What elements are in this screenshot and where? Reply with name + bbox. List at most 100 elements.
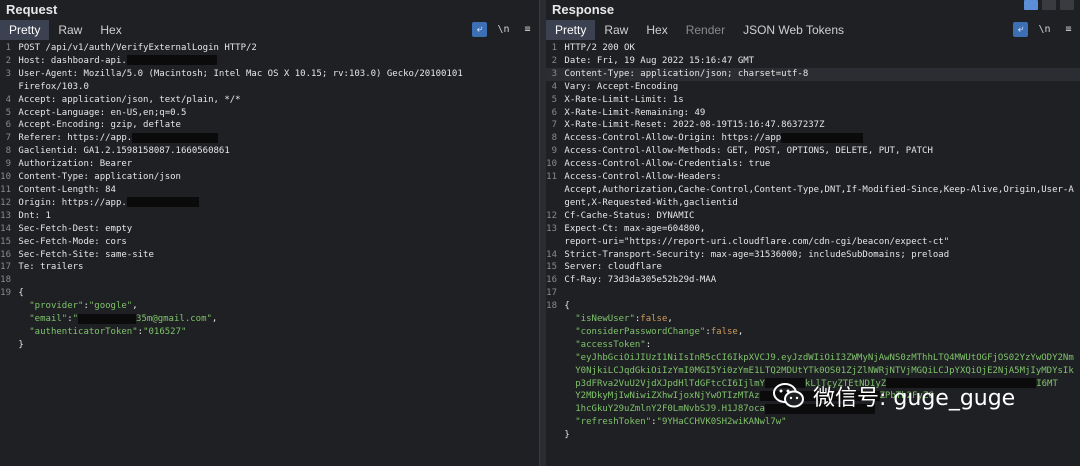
line-text: X-Rate-Limit-Reset: 2022-08-19T15:16:47.… [559,119,824,132]
string-token: "email" [29,314,68,325]
code-line: 5 Accept-Language: en-US,en;q=0.5 [0,107,539,120]
line-text: "provider":"google", [13,300,137,313]
request-pane: Request Pretty Raw Hex ⤶ \n ≡ 1 POST /api/v1/… [0,0,540,466]
newline-icon[interactable]: \n [496,22,511,37]
code-line: 11 Content-Length: 84 [0,184,539,197]
menu-icon[interactable]: ≡ [1061,22,1076,37]
code-line: 9 Authorization: Bearer [0,158,539,171]
line-text: Accept: application/json, text/plain, */… [13,94,241,107]
text-token: Access-Control-Allow-Methods: GET, POST,… [564,146,933,157]
code-line: "considerPasswordChange":false, [546,326,1080,339]
line-number [0,313,13,326]
code-line: "eyJhbGciOiJIUzI1NiIsInR5cCI6IkpXVCJ9.ey… [546,352,1080,365]
text-token: Firefox/103.0 [18,81,89,92]
text-token: Date: Fri, 19 Aug 2022 15:16:47 GMT [564,55,755,66]
response-tab-hex[interactable]: Hex [637,20,676,40]
line-text: Server: cloudflare [559,261,662,274]
text-token: { [18,288,24,299]
code-line: "isNewUser":false, [546,313,1080,326]
code-line: 12 Origin: https://app. [0,197,539,210]
line-number: 14 [546,249,557,260]
line-number: 15 [546,262,557,273]
line-text: Sec-Fetch-Mode: cors [13,236,126,249]
text-token: , [211,314,218,325]
code-line: } [0,339,539,352]
line-number [546,390,559,403]
line-number: 1 [551,43,557,53]
text-token: Authorization: Bearer [18,159,133,170]
redaction-bar [132,132,219,143]
newline-icon[interactable]: \n [1037,22,1052,37]
line-text: gent,X-Requested-With,gaclientid [559,197,737,210]
line-number: 14 [0,223,11,234]
text-token: Content-Type: application/json; charset=… [564,68,809,79]
line-text: Access-Control-Allow-Methods: GET, POST,… [559,145,933,158]
text-token: Cf-Ray: 73d3da305e52b29d-MAA [564,275,717,286]
line-number: 2 [5,55,11,66]
code-line: "accessToken": [546,339,1080,352]
wrap-icon[interactable]: ⤶ [1013,22,1028,37]
response-tab-raw[interactable]: Raw [595,20,637,40]
code-line: Accept,Authorization,Cache-Control,Conte… [546,184,1080,197]
line-number: 4 [551,81,557,92]
request-title: Request [6,2,58,17]
request-tab-hex[interactable]: Hex [91,20,130,40]
line-number: 17 [546,288,557,299]
text-token: } [564,430,570,441]
text-token: POST /api/v1/auth/VerifyExternalLogin HT… [18,43,257,53]
line-number [0,300,13,313]
code-line: "authenticatorToken":"016527" [0,326,539,339]
text-token: Accept-Language: en-US,en;q=0.5 [18,107,187,118]
line-number [0,339,13,352]
text-token: Accept: application/json, text/plain, */… [18,94,241,105]
line-number [546,313,559,326]
wechat-logo-icon [773,382,805,410]
layout-tabs-icon[interactable] [1060,0,1074,10]
string-token: "authenticatorToken" [29,326,138,337]
request-tab-pretty[interactable]: Pretty [0,20,50,40]
line-number: 16 [546,275,557,286]
code-line: 16 Cf-Ray: 73d3da305e52b29d-MAA [546,274,1080,287]
line-text: } [13,339,23,352]
line-number: 2 [551,55,557,66]
code-line: Y0NjkiLCJqdGkiOiIzYmI0MGI5Yi0zYmE1LTQ2MD… [546,365,1080,378]
wrap-icon[interactable]: ⤶ [472,22,487,37]
response-tab-pretty[interactable]: Pretty [546,20,596,40]
request-editor[interactable]: 1 POST /api/v1/auth/VerifyExternalLogin … [0,42,539,466]
menu-icon[interactable]: ≡ [520,22,535,37]
request-tab-raw[interactable]: Raw [49,20,91,40]
line-text: Vary: Accept-Encoding [559,81,678,94]
line-text: Host: dashboard-api. [13,55,217,68]
line-text: Accept-Language: en-US,en;q=0.5 [13,107,186,120]
code-line: 9 Access-Control-Allow-Methods: GET, POS… [546,145,1080,158]
line-text: POST /api/v1/auth/VerifyExternalLogin HT… [13,42,257,55]
response-tab-render[interactable]: Render [677,20,734,40]
code-line: 8 Gaclientid: GA1.2.1598158087.166056086… [0,145,539,158]
text-token: , [667,314,673,325]
layout-horizontal-icon[interactable] [1042,0,1056,10]
line-text: report-uri="https://report-uri.cloudflar… [559,236,949,249]
code-line: 15 Sec-Fetch-Mode: cors [0,236,539,249]
code-line: 1 HTTP/2 200 OK [546,42,1080,55]
line-text: X-Rate-Limit-Remaining: 49 [559,107,705,120]
line-number [0,81,13,94]
line-number: 15 [0,236,11,247]
text-token: User-Agent: Mozilla/5.0 (Macintosh; Inte… [18,68,463,79]
line-text: Content-Type: application/json [13,171,181,184]
line-text: Referer: https://app. [13,132,219,145]
response-tab-json-web-tokens[interactable]: JSON Web Tokens [734,20,853,40]
code-line: 6 Accept-Encoding: gzip, deflate [0,119,539,132]
line-number: 7 [5,133,11,144]
code-line: 13 Dnt: 1 [0,210,539,223]
code-line: 1 POST /api/v1/auth/VerifyExternalLogin … [0,42,539,55]
response-title: Response [552,2,615,17]
line-number: 9 [5,159,11,170]
layout-side-by-side-icon[interactable] [1024,0,1038,10]
code-line: 10 Content-Type: application/json [0,171,539,184]
line-text: Strict-Transport-Security: max-age=31536… [559,249,949,262]
line-number [0,326,13,339]
